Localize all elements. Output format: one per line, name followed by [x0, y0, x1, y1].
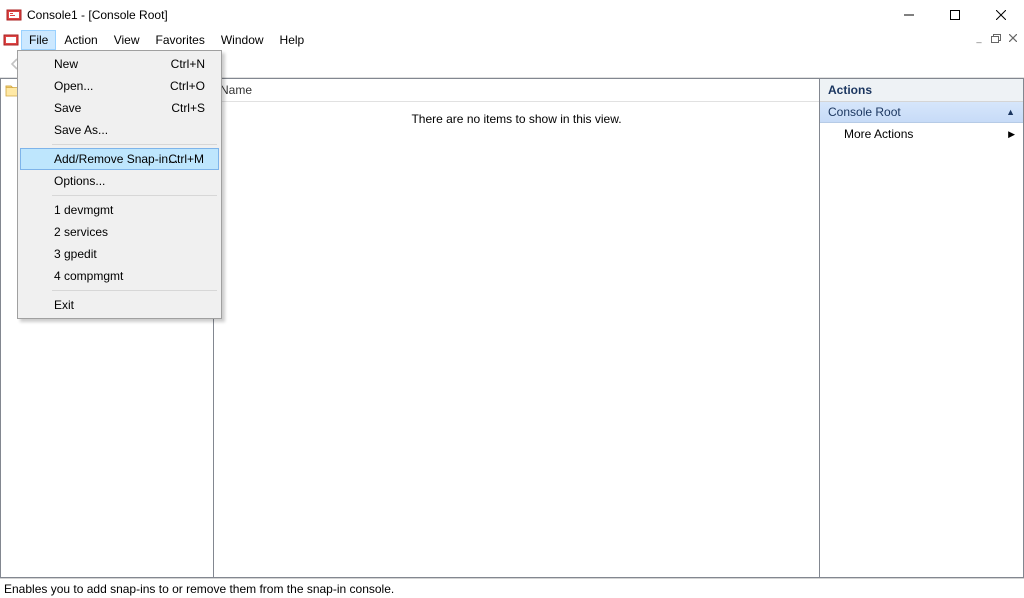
menu-favorites[interactable]: Favorites [148, 30, 213, 50]
menu-item-new[interactable]: New Ctrl+N [20, 53, 219, 75]
empty-text: There are no items to show in this view. [411, 112, 621, 577]
menu-separator [52, 290, 217, 291]
menu-item-save[interactable]: Save Ctrl+S [20, 97, 219, 119]
menu-item-exit[interactable]: Exit [20, 294, 219, 316]
list-body: There are no items to show in this view. [214, 102, 819, 577]
menu-item-shortcut: Ctrl+N [171, 57, 205, 71]
menu-item-options[interactable]: Options... [20, 170, 219, 192]
actions-pane: Actions Console Root ▲ More Actions ▶ [820, 78, 1024, 578]
menu-item-2-services[interactable]: 2 services [20, 221, 219, 243]
menu-action[interactable]: Action [56, 30, 105, 50]
window-title: Console1 - [Console Root] [27, 8, 168, 22]
menu-item-label: Exit [54, 298, 74, 312]
menu-item-3-gpedit[interactable]: 3 gpedit [20, 243, 219, 265]
menu-bar: File Action View Favorites Window Help _ [0, 30, 1024, 50]
menu-file[interactable]: File [21, 30, 56, 50]
menu-item-label: Save As... [54, 123, 108, 137]
mdi-close-button[interactable] [1006, 32, 1020, 44]
menu-separator [52, 144, 217, 145]
menu-help[interactable]: Help [272, 30, 313, 50]
menu-item-open[interactable]: Open... Ctrl+O [20, 75, 219, 97]
actions-section-label: Console Root [828, 105, 901, 119]
menu-item-label: Save [54, 101, 81, 115]
list-pane[interactable]: Name There are no items to show in this … [214, 78, 820, 578]
menu-item-label: Options... [54, 174, 105, 188]
menu-view[interactable]: View [106, 30, 148, 50]
actions-more-label: More Actions [844, 127, 913, 141]
menu-item-add-remove-snap-in[interactable]: Add/Remove Snap-in...Ctrl+M [20, 148, 219, 170]
menu-item-shortcut: Ctrl+S [171, 101, 205, 115]
list-column-header[interactable]: Name [214, 79, 819, 102]
collapse-icon: ▲ [1006, 107, 1015, 117]
app-icon [6, 7, 22, 23]
menu-window[interactable]: Window [213, 30, 272, 50]
menu-separator [52, 195, 217, 196]
mdi-controls: _ [972, 32, 1020, 44]
mdi-minimize-button[interactable]: _ [972, 32, 986, 44]
menu-item-save-as[interactable]: Save As... [20, 119, 219, 141]
menu-item-shortcut: Ctrl+M [168, 152, 204, 166]
status-bar: Enables you to add snap-ins to or remove… [0, 578, 1024, 598]
window-controls [886, 0, 1024, 30]
actions-more[interactable]: More Actions ▶ [820, 123, 1023, 145]
menu-item-label: 1 devmgmt [54, 203, 113, 217]
close-button[interactable] [978, 0, 1024, 30]
menu-item-4-compmgmt[interactable]: 4 compmgmt [20, 265, 219, 287]
menu-item-shortcut: Ctrl+O [170, 79, 205, 93]
status-text: Enables you to add snap-ins to or remove… [4, 582, 394, 596]
actions-title: Actions [820, 79, 1023, 102]
actions-section-header[interactable]: Console Root ▲ [820, 102, 1023, 123]
mdi-restore-button[interactable] [989, 32, 1003, 44]
menu-item-label: 4 compmgmt [54, 269, 123, 283]
minimize-button[interactable] [886, 0, 932, 30]
menu-item-label: New [54, 57, 78, 71]
file-menu-dropdown: New Ctrl+N Open... Ctrl+O Save Ctrl+S Save As.… [17, 50, 222, 319]
menu-item-label: Open... [54, 79, 93, 93]
menu-item-label: 2 services [54, 225, 108, 239]
title-bar: Console1 - [Console Root] [0, 0, 1024, 30]
mdi-icon [3, 32, 19, 48]
menu-item-label: Add/Remove Snap-in... [54, 152, 178, 166]
menu-item-label: 3 gpedit [54, 247, 97, 261]
maximize-button[interactable] [932, 0, 978, 30]
menu-item-1-devmgmt[interactable]: 1 devmgmt [20, 199, 219, 221]
chevron-right-icon: ▶ [1008, 129, 1015, 140]
